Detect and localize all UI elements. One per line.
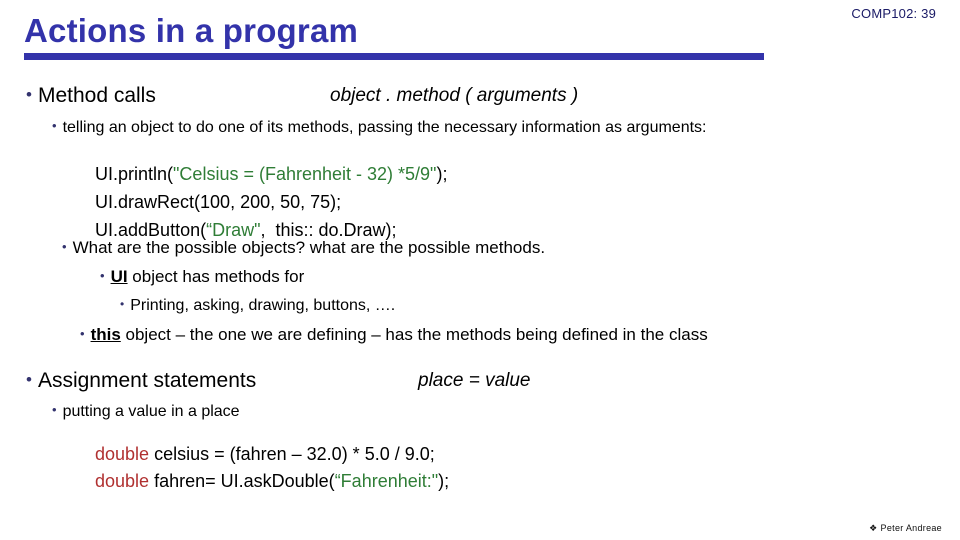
this-keyword: this: [90, 325, 121, 344]
code-part-keyword: double: [95, 470, 150, 491]
method-calls-description: telling an object to do one of its metho…: [62, 119, 707, 136]
bullet-assignment-statements: • Assignment statements: [26, 369, 256, 392]
footer-author: Peter Andreae: [880, 523, 942, 533]
bullet-marker: •: [52, 402, 57, 417]
bullet-method-calls-description: • telling an object to do one of its meth…: [52, 118, 707, 137]
assignment-heading: Assignment statements: [37, 369, 257, 392]
code-line-fahren: double fahren= UI.askDouble(“Fahrenheit:…: [85, 452, 449, 492]
bullet-marker: •: [80, 326, 85, 341]
bullet-marker: •: [120, 297, 125, 311]
page-title: Actions in a program: [24, 12, 359, 49]
copyright-icon: ❖: [869, 523, 878, 533]
bullet-possible-objects-question: • What are the possible objects? what are…: [62, 238, 546, 258]
bullet-marker: •: [26, 85, 32, 104]
code-part: );: [438, 470, 450, 491]
code-part: , this:: do.Draw);: [260, 219, 397, 240]
ui-object-text: object has methods for: [127, 267, 305, 286]
code-line-addbutton: UI.addButton(“Draw", this:: do.Draw);: [85, 201, 397, 241]
bullet-ui-methods: • Printing, asking, drawing, buttons, ….: [120, 297, 395, 315]
bullet-assignment-description: • putting a value in a place: [52, 402, 240, 421]
possible-objects-question: What are the possible objects? what are …: [72, 238, 546, 257]
bullet-marker: •: [62, 239, 67, 254]
title-underline-rule: [24, 53, 764, 60]
ui-methods-list: Printing, asking, drawing, buttons, ….: [130, 297, 396, 314]
this-object-text: object – the one we are defining – has t…: [120, 325, 708, 344]
bullet-marker: •: [26, 370, 32, 389]
bullet-ui-object: • UI object has methods for: [100, 267, 305, 287]
method-call-syntax: object . method ( arguments ): [330, 85, 579, 106]
footer-credit: ❖ Peter Andreae: [869, 523, 942, 534]
code-part: fahren= UI.askDouble(: [149, 470, 335, 491]
ui-keyword: UI: [110, 267, 128, 286]
bullet-marker: •: [100, 268, 105, 283]
assignment-syntax: place = value: [418, 370, 531, 391]
code-part: UI.addButton(: [95, 219, 207, 240]
bullet-marker: •: [52, 118, 57, 133]
code-part: );: [436, 163, 448, 184]
bullet-this-object: • this object – the one we are defining –…: [80, 325, 708, 345]
assignment-description: putting a value in a place: [62, 403, 240, 420]
course-tag: COMP102: 39: [851, 6, 936, 21]
method-calls-heading: Method calls: [37, 84, 156, 107]
code-part-string: “Draw": [206, 219, 261, 240]
code-part-string: “Fahrenheit:": [334, 470, 439, 491]
bullet-method-calls: • Method calls: [26, 84, 156, 107]
